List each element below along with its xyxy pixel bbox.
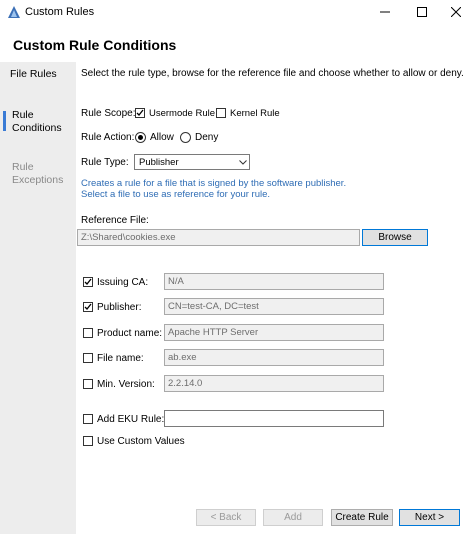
rule-scope-label: Rule Scope:: [81, 108, 136, 119]
deny-label: Deny: [195, 132, 219, 143]
eku-checkbox[interactable]: [83, 414, 93, 424]
allow-radio[interactable]: [135, 132, 146, 143]
minimize-button[interactable]: [366, 0, 403, 24]
sidebar-item-rule-conditions[interactable]: Rule Conditions: [12, 109, 62, 135]
file-name-field[interactable]: ab.exe: [164, 349, 384, 366]
maximize-button[interactable]: [403, 0, 440, 24]
checkmark-icon: [84, 303, 92, 310]
min-version-field[interactable]: 2.2.14.0: [164, 375, 384, 392]
close-button[interactable]: [437, 0, 474, 24]
back-button[interactable]: < Back: [196, 509, 256, 526]
rule-type-label: Rule Type:: [81, 157, 129, 168]
next-button[interactable]: Next >: [399, 509, 460, 526]
add-button[interactable]: Add: [263, 509, 323, 526]
selected-indicator: [3, 111, 6, 131]
minimize-icon: [379, 11, 390, 13]
browse-button[interactable]: Browse: [362, 229, 428, 246]
usermode-checkbox[interactable]: [135, 108, 145, 118]
publisher-label: Publisher:: [97, 302, 142, 313]
reference-file-label: Reference File:: [81, 215, 149, 226]
sidebar-item-label: Exceptions: [12, 174, 64, 186]
allow-label: Allow: [150, 132, 174, 143]
close-icon: [450, 7, 461, 17]
page-title: Custom Rule Conditions: [13, 37, 177, 53]
description-text: Select the rule type, browse for the ref…: [81, 68, 464, 79]
checkmark-icon: [136, 109, 144, 116]
rule-type-value: Publisher: [139, 157, 179, 168]
app-icon: [8, 6, 20, 18]
file-name-checkbox[interactable]: [83, 353, 93, 363]
eku-label: Add EKU Rule:: [97, 414, 165, 425]
window-title: Custom Rules: [25, 6, 95, 18]
issuing-ca-field[interactable]: N/A: [164, 273, 384, 290]
file-name-label: File name:: [97, 353, 144, 364]
sidebar-item-file-rules[interactable]: File Rules: [10, 68, 57, 81]
custom-values-label: Use Custom Values: [97, 436, 185, 447]
min-version-checkbox[interactable]: [83, 379, 93, 389]
min-version-label: Min. Version:: [97, 379, 155, 390]
rule-type-select[interactable]: Publisher: [134, 154, 250, 170]
usermode-label: Usermode Rule: [149, 108, 215, 119]
reference-file-input[interactable]: Z:\Shared\cookies.exe: [77, 229, 360, 246]
sidebar-item-label: Rule: [12, 109, 34, 121]
product-name-label: Product name:: [97, 328, 163, 339]
publisher-field[interactable]: CN=test-CA, DC=test: [164, 298, 384, 315]
issuing-ca-label: Issuing CA:: [97, 277, 149, 288]
custom-values-checkbox[interactable]: [83, 436, 93, 446]
product-name-field[interactable]: Apache HTTP Server: [164, 324, 384, 341]
kernel-checkbox[interactable]: [216, 108, 226, 118]
deny-radio[interactable]: [180, 132, 191, 143]
sidebar-item-label: File Rules: [10, 68, 57, 80]
rule-action-label: Rule Action:: [81, 132, 135, 143]
sidebar-item-label: Rule: [12, 161, 34, 173]
product-name-checkbox[interactable]: [83, 328, 93, 338]
create-rule-button[interactable]: Create Rule: [331, 509, 393, 526]
eku-input[interactable]: [164, 410, 384, 427]
maximize-icon: [416, 7, 427, 17]
publisher-checkbox[interactable]: [83, 302, 93, 312]
rule-type-hint: Creates a rule for a file that is signed…: [81, 178, 347, 200]
checkmark-icon: [84, 278, 92, 285]
title-bar: Custom Rules: [0, 0, 474, 24]
sidebar-item-label: Conditions: [12, 122, 62, 134]
kernel-label: Kernel Rule: [230, 108, 280, 119]
issuing-ca-checkbox[interactable]: [83, 277, 93, 287]
chevron-down-icon: [239, 160, 247, 165]
sidebar-item-rule-exceptions[interactable]: Rule Exceptions: [12, 161, 63, 187]
